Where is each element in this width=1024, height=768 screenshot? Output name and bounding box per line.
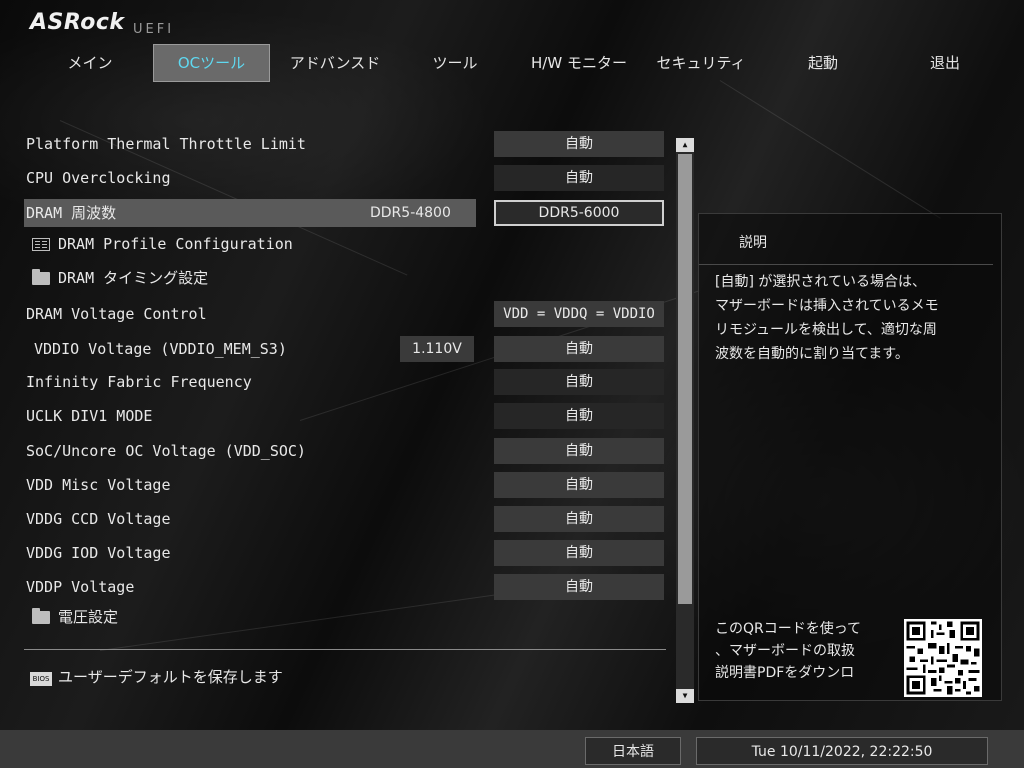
language-button[interactable]: 日本語: [585, 737, 681, 765]
submenu-label: DRAM Profile Configuration: [32, 230, 293, 258]
tab-hw-monitor[interactable]: H/W モニター: [518, 44, 640, 82]
tab-tools[interactable]: ツール: [395, 44, 515, 82]
tab-advanced[interactable]: アドバンスド: [275, 44, 395, 82]
setting-value-button[interactable]: 自動: [494, 574, 664, 600]
setting-row-vddp[interactable]: VDDP Voltage 自動: [24, 573, 664, 601]
main-tabs: メイン OCツール アドバンスド ツール H/W モニター セキュリティ 起動 …: [30, 44, 1010, 82]
submenu-text: 電圧設定: [58, 608, 119, 626]
setting-label: SoC/Uncore OC Voltage (VDD_SOC): [26, 442, 306, 460]
tab-security[interactable]: セキュリティ: [640, 44, 762, 82]
setting-label: DRAM 周波数: [26, 204, 117, 222]
setting-row-uclk-div1[interactable]: UCLK DIV1 MODE 自動: [24, 402, 664, 430]
submenu-text: DRAM Profile Configuration: [58, 235, 293, 253]
asrock-logo: ASRock: [30, 10, 125, 35]
folder-icon: [32, 269, 50, 285]
setting-row-infinity-fabric[interactable]: Infinity Fabric Frequency 自動: [24, 368, 664, 396]
setting-row-vdd-misc[interactable]: VDD Misc Voltage 自動: [24, 471, 664, 499]
description-panel: 説明 [自動] が選択されている場合は、 マザーボードは挿入されているメモ リモ…: [698, 213, 1002, 701]
book-icon: [32, 238, 50, 251]
submenu-dram-timing[interactable]: DRAM タイミング設定: [24, 264, 664, 292]
setting-value-button[interactable]: DDR5-6000: [494, 200, 664, 226]
setting-row-dram-voltage-control[interactable]: DRAM Voltage Control VDD = VDDQ = VDDIO: [24, 300, 664, 328]
setting-label: VDDIO Voltage (VDDIO_MEM_S3): [34, 340, 287, 358]
setting-row-dram-frequency[interactable]: DRAM 周波数 DDR5-4800 DDR5-6000: [24, 199, 664, 227]
setting-row-cpu-overclocking[interactable]: CPU Overclocking 自動: [24, 164, 664, 192]
divider: [24, 649, 666, 650]
setting-label: Infinity Fabric Frequency: [26, 373, 252, 391]
setting-value-button[interactable]: 自動: [494, 336, 664, 362]
scroll-down-button[interactable]: ▼: [676, 689, 694, 703]
submenu-label: DRAM タイミング設定: [32, 264, 208, 292]
voltage-input[interactable]: 1.110V: [400, 336, 474, 362]
setting-row-vddio-voltage[interactable]: VDDIO Voltage (VDDIO_MEM_S3) 1.110V 自動: [24, 335, 664, 363]
tab-exit[interactable]: 退出: [884, 44, 1006, 82]
current-value: DDR5-4800: [370, 205, 451, 221]
setting-label: VDD Misc Voltage: [26, 476, 171, 494]
setting-row-soc-voltage[interactable]: SoC/Uncore OC Voltage (VDD_SOC) 自動: [24, 437, 664, 465]
submenu-text: DRAM タイミング設定: [58, 269, 209, 287]
setting-value-button[interactable]: 自動: [494, 506, 664, 532]
setting-value-button[interactable]: 自動: [494, 438, 664, 464]
description-divider: [699, 264, 993, 265]
submenu-label: 電圧設定: [32, 603, 118, 631]
submenu-dram-profile[interactable]: DRAM Profile Configuration: [24, 230, 664, 258]
folder-icon: [32, 608, 50, 624]
submenu-voltage-settings[interactable]: 電圧設定: [24, 603, 664, 631]
save-default-label: BIOS ユーザーデフォルトを保存します: [30, 663, 283, 691]
uefi-label: UEFI: [133, 22, 175, 37]
scroll-thumb[interactable]: [678, 154, 692, 604]
setting-value-button[interactable]: 自動: [494, 369, 664, 395]
setting-label: VDDP Voltage: [26, 578, 135, 596]
setting-value-button[interactable]: 自動: [494, 131, 664, 157]
setting-label: UCLK DIV1 MODE: [26, 407, 153, 425]
save-default-text: ユーザーデフォルトを保存します: [58, 668, 283, 686]
save-user-default-button[interactable]: BIOS ユーザーデフォルトを保存します: [24, 663, 664, 691]
setting-label: Platform Thermal Throttle Limit: [26, 135, 306, 153]
datetime-display: Tue 10/11/2022, 22:22:50: [696, 737, 988, 765]
setting-row-vddg-ccd[interactable]: VDDG CCD Voltage 自動: [24, 505, 664, 533]
setting-value-button[interactable]: 自動: [494, 472, 664, 498]
setting-row-platform-thermal[interactable]: Platform Thermal Throttle Limit 自動: [24, 130, 664, 158]
setting-label: VDDG CCD Voltage: [26, 510, 171, 528]
setting-value-button[interactable]: VDD = VDDQ = VDDIO: [494, 301, 664, 327]
setting-label: VDDG IOD Voltage: [26, 544, 171, 562]
description-text: [自動] が選択されている場合は、 マザーボードは挿入されているメモ リモジュー…: [715, 274, 939, 362]
setting-value-button[interactable]: 自動: [494, 403, 664, 429]
scroll-up-button[interactable]: ▲: [676, 138, 694, 152]
description-title: 説明: [739, 235, 767, 251]
bios-icon: BIOS: [30, 672, 52, 686]
setting-value-button[interactable]: 自動: [494, 165, 664, 191]
qr-code-icon: [904, 619, 982, 697]
setting-label: DRAM Voltage Control: [26, 305, 207, 323]
tab-boot[interactable]: 起動: [762, 44, 884, 82]
tab-oc-tools[interactable]: OCツール: [153, 44, 270, 82]
setting-value-button[interactable]: 自動: [494, 540, 664, 566]
setting-label: CPU Overclocking: [26, 169, 171, 187]
qr-caption: このQRコードを使って 、マザーボードの取扱 説明書PDFをダウンロ: [715, 621, 862, 681]
setting-row-vddg-iod[interactable]: VDDG IOD Voltage 自動: [24, 539, 664, 567]
tab-main[interactable]: メイン: [30, 44, 150, 82]
